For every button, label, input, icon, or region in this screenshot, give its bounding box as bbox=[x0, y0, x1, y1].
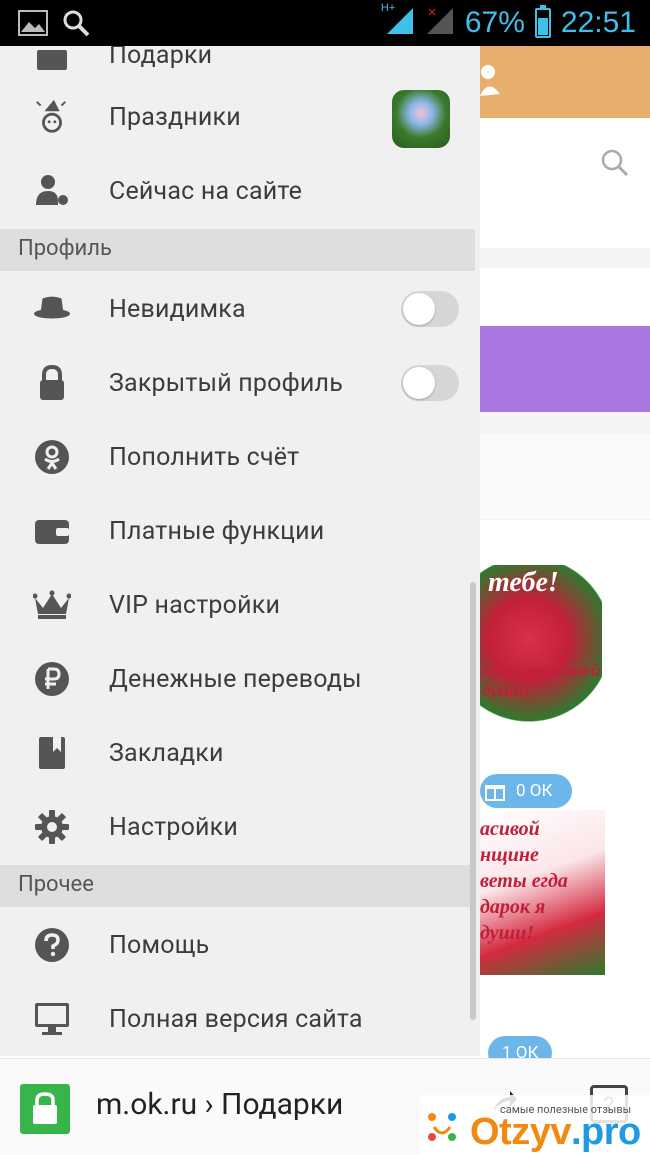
drawer-item-label: Праздники bbox=[109, 102, 241, 132]
toggle-knob bbox=[403, 367, 435, 399]
gift-ok-count: 0 ОК bbox=[516, 781, 553, 801]
search-icon bbox=[62, 9, 90, 41]
private-profile-toggle[interactable] bbox=[401, 365, 459, 401]
battery-icon bbox=[534, 5, 551, 38]
gift-icon bbox=[484, 780, 506, 814]
watermark-brand: Otzyv.pro bbox=[470, 1111, 641, 1154]
section-title: Прочее bbox=[18, 872, 94, 897]
watermark-logo-icon bbox=[424, 1109, 460, 1145]
gallery-icon bbox=[18, 10, 48, 40]
drawer-item-label: Настройки bbox=[109, 812, 239, 842]
drawer-item-full-site[interactable]: Полная версия сайта bbox=[0, 982, 480, 1056]
help-icon bbox=[33, 926, 71, 964]
background-row bbox=[480, 434, 650, 519]
section-title: Профиль bbox=[18, 236, 112, 261]
toggle-knob bbox=[403, 293, 435, 325]
ok-logo-icon bbox=[33, 438, 71, 476]
friends-icon bbox=[480, 64, 506, 102]
drawer-item-label: VIP настройки bbox=[109, 590, 281, 620]
gift-card-text-top: тебе! bbox=[488, 567, 559, 598]
gift-card-text-bottom: красоту твоей души! bbox=[482, 660, 601, 700]
url-text[interactable]: m.ok.ru › Подарки bbox=[96, 1087, 343, 1122]
drawer-item-private-profile[interactable]: Закрытый профиль bbox=[0, 346, 480, 420]
bookmark-icon bbox=[33, 734, 71, 772]
drawer-item-label: Невидимка bbox=[109, 294, 246, 324]
background-search-bar bbox=[480, 118, 650, 248]
drawer-scrollbar[interactable] bbox=[470, 582, 476, 1020]
watermark-brand-main: Otzyv bbox=[470, 1111, 571, 1153]
drawer-item-label: Подарки bbox=[109, 46, 213, 70]
secure-lock-icon[interactable] bbox=[20, 1084, 70, 1134]
drawer-item-bookmarks[interactable]: Закладки bbox=[0, 716, 480, 790]
battery-percent: 67% bbox=[464, 6, 525, 39]
drawer-item-settings[interactable]: Настройки bbox=[0, 790, 480, 864]
section-header-profile: Профиль bbox=[0, 229, 475, 271]
drawer-item-vip-settings[interactable]: VIP настройки bbox=[0, 568, 480, 642]
signal-icon: H+ bbox=[381, 2, 415, 40]
search-icon[interactable] bbox=[600, 148, 630, 182]
network-type-label: H+ bbox=[380, 2, 396, 14]
hat-icon bbox=[33, 290, 71, 328]
drawer-item-top-up[interactable]: Пополнить счёт bbox=[0, 420, 480, 494]
lock-icon bbox=[33, 364, 71, 402]
drawer-item-label: Пополнить счёт bbox=[109, 442, 300, 472]
crown-icon bbox=[33, 586, 71, 624]
navigation-drawer: Подарки Праздники Сейчас на сайте Профил… bbox=[0, 46, 480, 1056]
user-online-icon bbox=[33, 172, 71, 210]
watermark-brand-tld: .pro bbox=[570, 1111, 641, 1153]
background-banner[interactable] bbox=[480, 326, 650, 412]
drawer-item-paid-features[interactable]: Платные функции bbox=[0, 494, 480, 568]
drawer-item-help[interactable]: Помощь bbox=[0, 908, 480, 982]
gift-ok-counter[interactable]: 0 ОК bbox=[480, 774, 572, 808]
gift-icon bbox=[33, 46, 71, 74]
gift-card[interactable]: тебе! красоту твоей души! bbox=[480, 565, 602, 730]
drawer-item-invisible[interactable]: Невидимка bbox=[0, 272, 480, 346]
ruble-icon bbox=[33, 660, 71, 698]
invisible-toggle[interactable] bbox=[401, 291, 459, 327]
drawer-item-label: Полная версия сайта bbox=[109, 1004, 363, 1034]
svg-text:×: × bbox=[427, 6, 437, 19]
monitor-icon bbox=[33, 1000, 71, 1038]
drawer-item-label: Платные функции bbox=[109, 516, 325, 546]
drawer-item-label: Сейчас на сайте bbox=[109, 176, 303, 206]
wallet-icon bbox=[33, 512, 71, 550]
section-header-other: Прочее bbox=[0, 865, 475, 907]
party-hat-icon bbox=[33, 98, 71, 136]
gift-card-text: асивой нщине веты егда дарок я души! bbox=[480, 818, 568, 944]
holiday-avatar[interactable] bbox=[392, 90, 450, 148]
status-bar: H+ × 67% 22:51 bbox=[0, 0, 650, 46]
drawer-item-online-now[interactable]: Сейчас на сайте bbox=[0, 154, 480, 228]
signal-no-sim-icon: × bbox=[425, 5, 455, 40]
drawer-item-money-transfers[interactable]: Денежные переводы bbox=[0, 642, 480, 716]
background-header bbox=[480, 46, 650, 118]
gear-icon bbox=[33, 808, 71, 846]
gifts-feed: тебе! красоту твоей души! 0 ОК асивой нщ… bbox=[480, 520, 650, 1070]
background-page: тебе! красоту твоей души! 0 ОК асивой нщ… bbox=[480, 46, 650, 1070]
drawer-item-label: Закрытый профиль bbox=[109, 368, 343, 398]
drawer-item-label: Помощь bbox=[109, 930, 210, 960]
gift-card[interactable]: асивой нщине веты егда дарок я души! bbox=[480, 810, 605, 975]
watermark: самые полезные отзывы Otzyv.pro bbox=[420, 1095, 650, 1155]
drawer-item-label: Денежные переводы bbox=[109, 664, 362, 694]
clock: 22:51 bbox=[560, 6, 636, 39]
drawer-item-label: Закладки bbox=[109, 738, 224, 768]
